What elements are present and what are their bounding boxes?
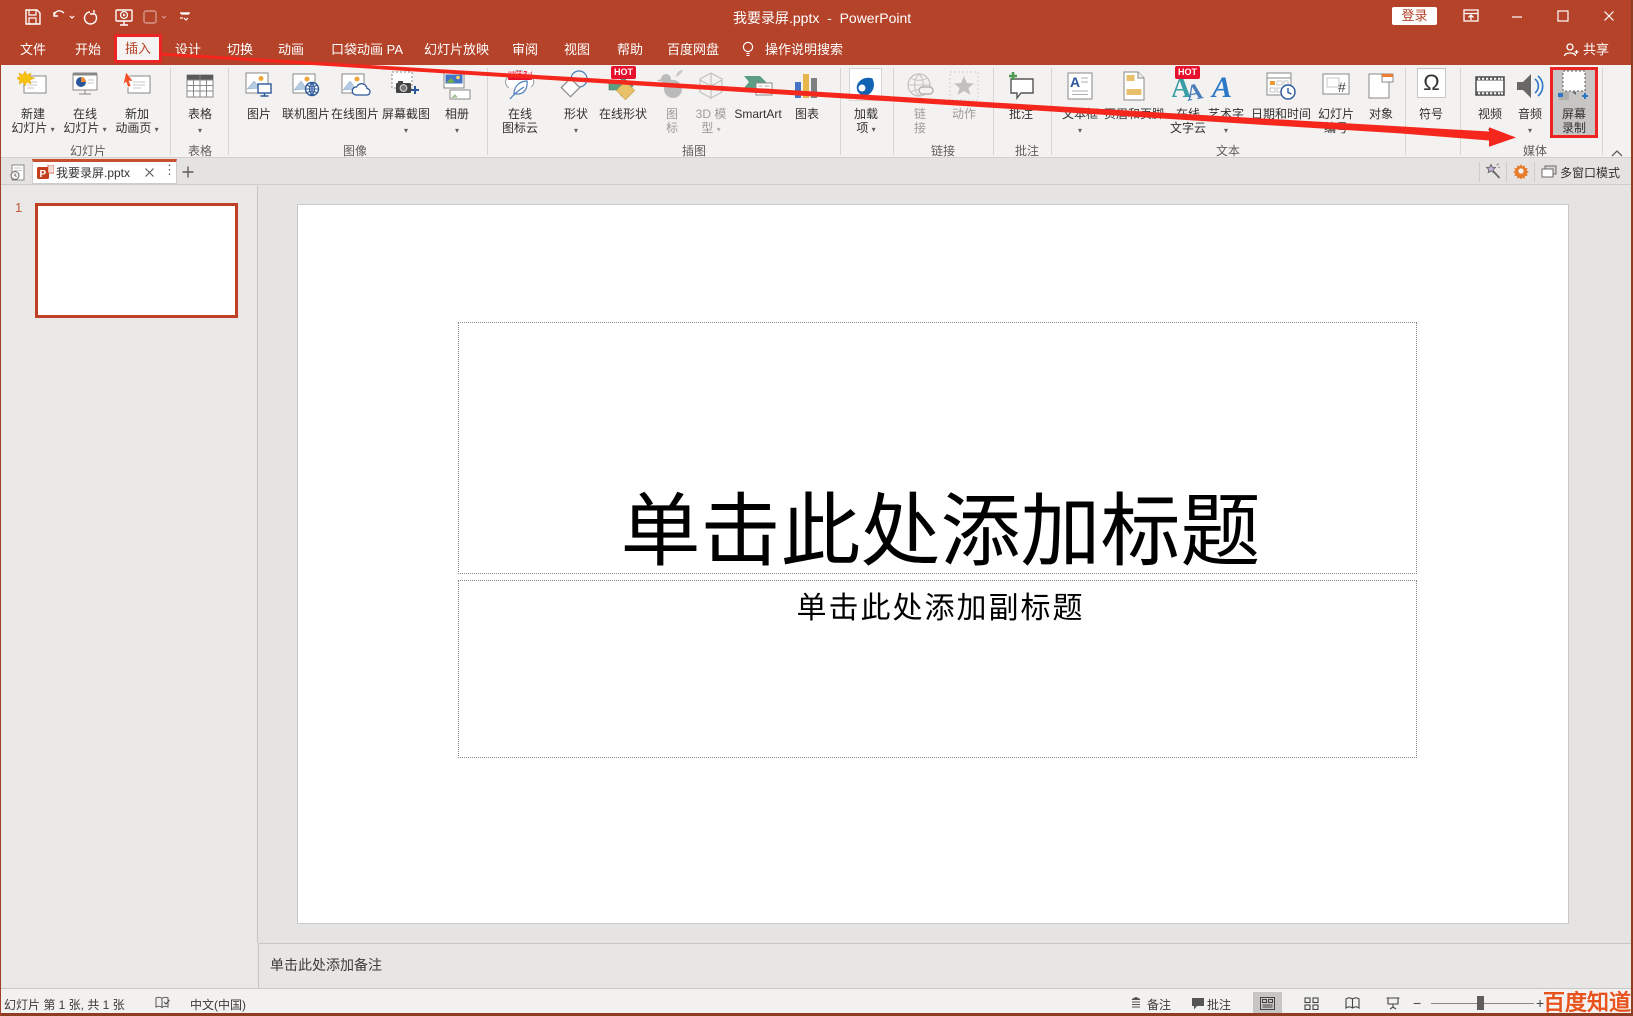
svg-text:A: A bbox=[1184, 78, 1204, 102]
svg-text:A: A bbox=[1210, 71, 1232, 102]
svg-text:P: P bbox=[40, 169, 47, 180]
svg-text:A: A bbox=[1070, 74, 1080, 90]
svg-text:#: # bbox=[1338, 79, 1346, 95]
